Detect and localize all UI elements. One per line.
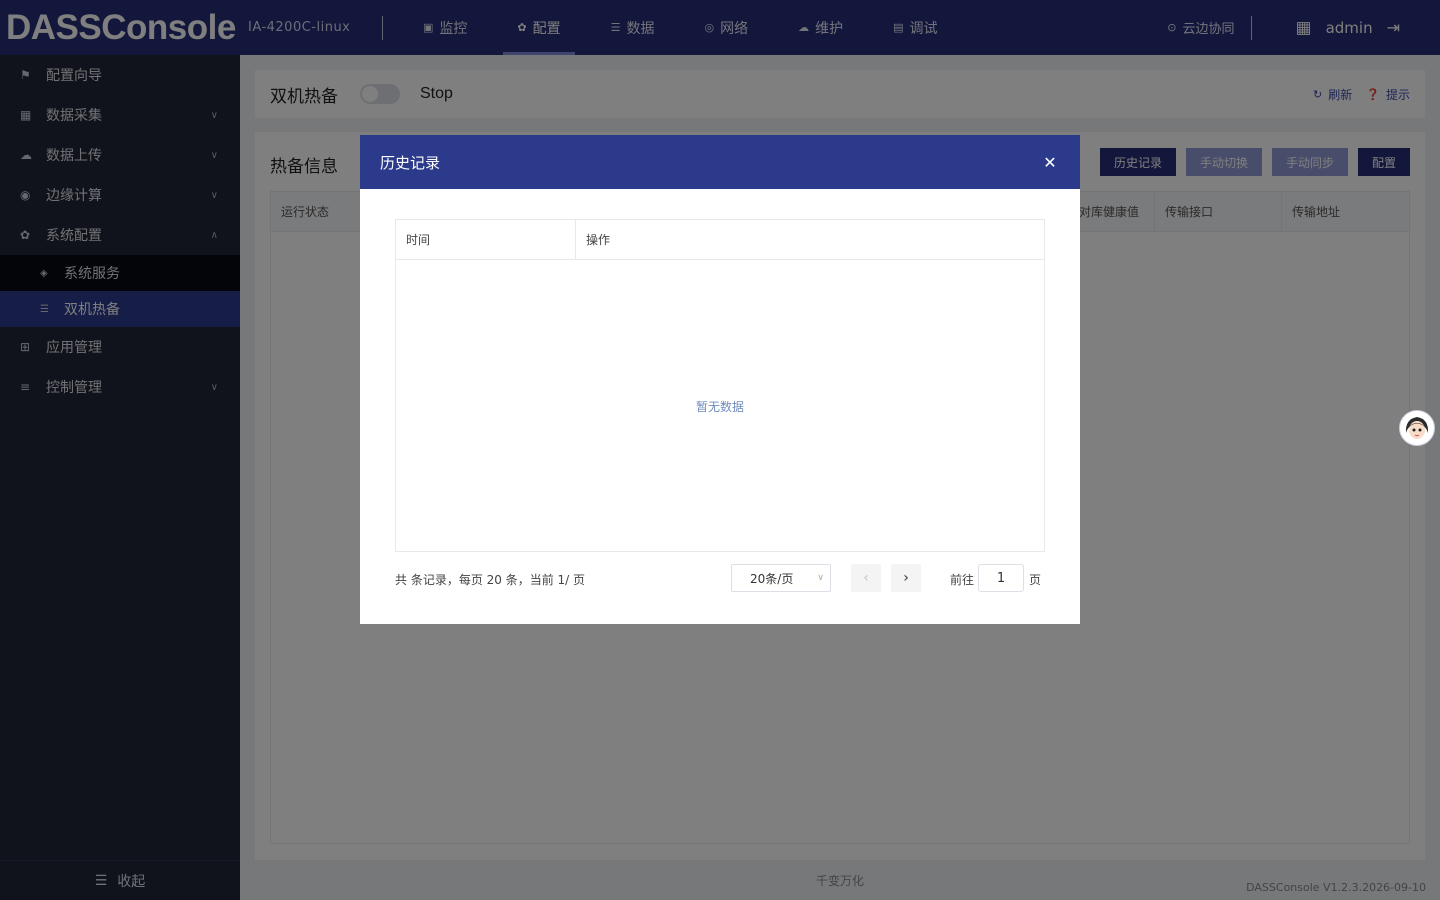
- page-size-select[interactable]: 20条/页 ∨: [731, 564, 831, 592]
- goto-page-input[interactable]: [978, 564, 1024, 592]
- assistant-avatar[interactable]: [1399, 410, 1435, 446]
- next-page-button[interactable]: ›: [891, 564, 921, 592]
- page-unit-label: 页: [1029, 573, 1042, 587]
- avatar-icon: [1401, 412, 1433, 444]
- history-dialog: 历史记录 ✕ 时间 操作 暂无数据 共 条记录，每页 20 条，当前 1/ 页 …: [360, 135, 1080, 624]
- page-size-value: 20条/页: [750, 571, 794, 586]
- chevron-down-icon: ∨: [817, 573, 824, 583]
- column-header-time: 时间: [396, 220, 576, 259]
- close-icon[interactable]: ✕: [1040, 152, 1060, 172]
- prev-page-button[interactable]: ‹: [851, 564, 881, 592]
- empty-state: 暂无数据: [695, 400, 744, 414]
- pagination: 共 条记录，每页 20 条，当前 1/ 页 20条/页 ∨ ‹ › 前往 页: [395, 564, 1045, 592]
- dialog-header: 历史记录 ✕: [360, 135, 1080, 189]
- history-table: 时间 操作 暂无数据: [395, 219, 1045, 552]
- pagination-summary: 共 条记录，每页 20 条，当前 1/ 页: [395, 573, 586, 587]
- dialog-title: 历史记录: [380, 153, 441, 172]
- column-header-operation: 操作: [586, 233, 611, 247]
- table-header: 时间 操作: [396, 220, 1044, 260]
- goto-label: 前往: [950, 573, 975, 587]
